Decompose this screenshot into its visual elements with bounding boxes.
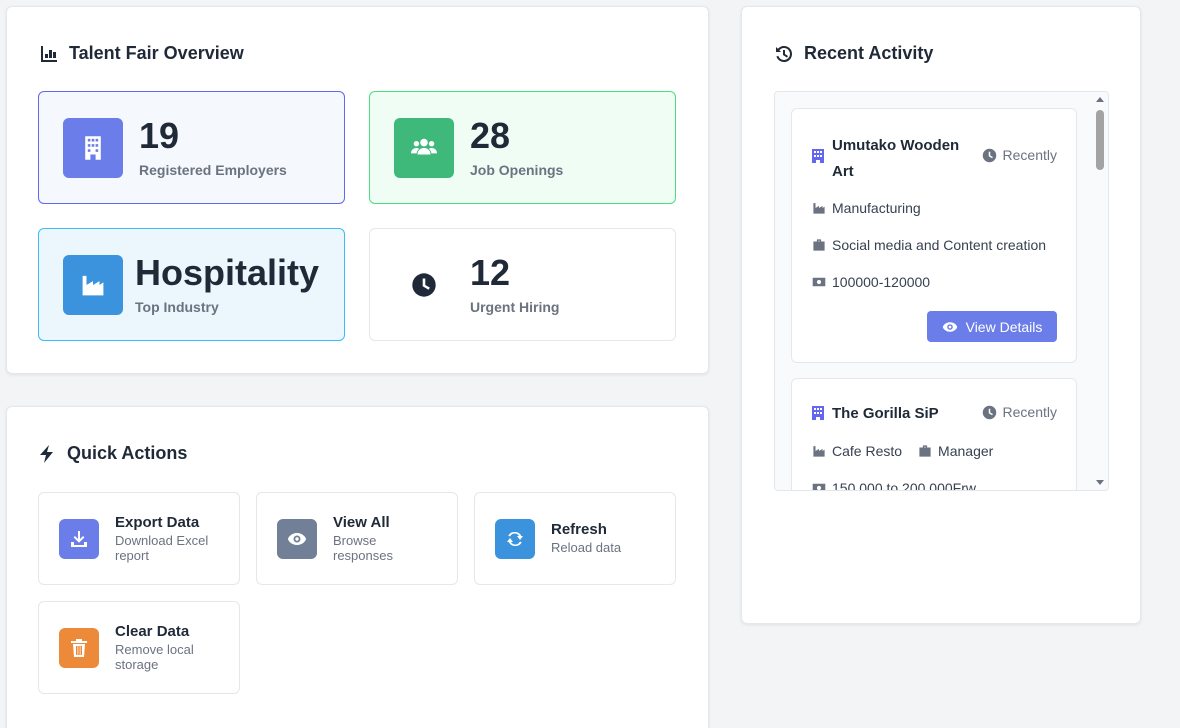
sync-icon (507, 531, 523, 546)
company-name: Umutako Wooden Art (832, 137, 960, 180)
action-subtitle: Reload data (551, 540, 622, 556)
action-subtitle: Browse responses (333, 532, 393, 563)
refresh-button[interactable]: Refresh Reload data (474, 492, 676, 585)
overview-card: Talent Fair Overview 19 Registered Emplo… (6, 6, 709, 374)
eye-icon (288, 532, 306, 545)
activity-time: Recently (982, 147, 1057, 163)
recent-activity-title: Recent Activity (804, 43, 934, 63)
activity-item: The Gorilla SiP Recently Cafe Resto Mana… (791, 378, 1077, 491)
money-icon (812, 483, 826, 490)
action-title: Clear Data (115, 622, 190, 640)
industry-label: Manufacturing (832, 200, 921, 216)
action-title: Refresh (551, 521, 607, 539)
users-icon (411, 138, 437, 154)
recent-activity-card: Recent Activity Umutako Wooden Art Recen… (741, 6, 1141, 624)
stat-top-industry: Hospitality Top Industry (38, 228, 345, 341)
view-details-button[interactable]: View Details (927, 311, 1057, 342)
clear-data-button[interactable]: Clear Data Remove local storage (38, 601, 240, 694)
stat-icon-box (63, 117, 123, 178)
stat-value: 12 (470, 251, 511, 293)
overview-header: Talent Fair Overview (39, 43, 244, 64)
time-label: Recently (1002, 147, 1057, 163)
stat-value: 28 (470, 114, 511, 156)
stat-urgent-hiring: 12 Urgent Hiring (369, 228, 676, 341)
quick-actions-card: Quick Actions Export Data Download Excel… (6, 406, 709, 728)
building-icon (812, 406, 824, 420)
stat-job-openings: 28 Job Openings (369, 91, 676, 204)
activity-position: Social media and Content creation (812, 237, 1046, 253)
quick-actions-header: Quick Actions (37, 443, 187, 464)
action-icon-box (59, 627, 99, 668)
activity-list[interactable]: Umutako Wooden Art Recently Manufacturin… (774, 91, 1109, 491)
scroll-up-arrow-icon[interactable] (1096, 97, 1104, 102)
stat-icon-box (394, 255, 454, 315)
eye-icon (942, 321, 957, 332)
action-icon-box (495, 518, 535, 559)
stat-label: Top Industry (135, 298, 219, 315)
building-icon (85, 135, 101, 160)
overview-title: Talent Fair Overview (69, 43, 244, 63)
clock-icon (982, 405, 996, 419)
position-label: Social media and Content creation (832, 237, 1047, 253)
action-icon-box (59, 518, 99, 559)
industry-icon (813, 203, 825, 214)
stat-value: Hospitality (135, 251, 320, 293)
activity-salary: 100000-120000 (812, 274, 930, 290)
position-label: Manager (938, 443, 994, 459)
action-icon-box (277, 518, 317, 559)
view-details-label: View Details (965, 318, 1043, 335)
clock-icon (412, 272, 436, 297)
stat-icon-box (394, 117, 454, 178)
stat-registered-employers: 19 Registered Employers (38, 91, 345, 204)
salary-label: 150,000 to 200,000Frw (832, 480, 976, 491)
salary-label: 100000-120000 (832, 274, 931, 290)
industry-label: Cafe Resto (832, 443, 903, 459)
briefcase-icon (813, 239, 825, 251)
company-name: The Gorilla SiP (832, 405, 939, 422)
quick-actions-title: Quick Actions (67, 443, 188, 463)
industry-icon (82, 275, 104, 295)
activity-item: Umutako Wooden Art Recently Manufacturin… (791, 108, 1077, 363)
stat-label: Registered Employers (139, 161, 287, 178)
briefcase-icon (919, 445, 931, 457)
stat-icon-box (63, 254, 123, 315)
activity-scrollbar[interactable] (1094, 92, 1106, 490)
export-data-button[interactable]: Export Data Download Excel report (38, 492, 240, 585)
download-icon (71, 530, 87, 547)
chart-bar-icon (41, 45, 57, 62)
activity-industry: Cafe Resto Manager (812, 443, 993, 459)
clock-icon (982, 148, 996, 162)
trash-icon (71, 638, 87, 657)
money-icon (812, 277, 826, 287)
recent-activity-header: Recent Activity (774, 43, 933, 64)
bolt-icon (40, 444, 53, 463)
scroll-thumb[interactable] (1096, 110, 1104, 170)
industry-icon (813, 446, 825, 457)
stat-label: Urgent Hiring (470, 298, 560, 315)
building-icon (812, 149, 824, 163)
stat-label: Job Openings (470, 161, 564, 178)
action-subtitle: Download Excel report (115, 532, 209, 563)
view-all-button[interactable]: View All Browse responses (256, 492, 458, 585)
activity-industry: Manufacturing (812, 200, 921, 216)
action-title: View All (333, 513, 390, 531)
scroll-down-arrow-icon[interactable] (1096, 480, 1104, 485)
action-subtitle: Remove local storage (115, 641, 194, 672)
activity-time: Recently (982, 404, 1057, 420)
action-title: Export Data (115, 513, 200, 531)
time-label: Recently (1002, 404, 1057, 420)
history-icon (776, 45, 792, 62)
stat-value: 19 (139, 114, 180, 156)
activity-salary: 150,000 to 200,000Frw (812, 480, 976, 491)
